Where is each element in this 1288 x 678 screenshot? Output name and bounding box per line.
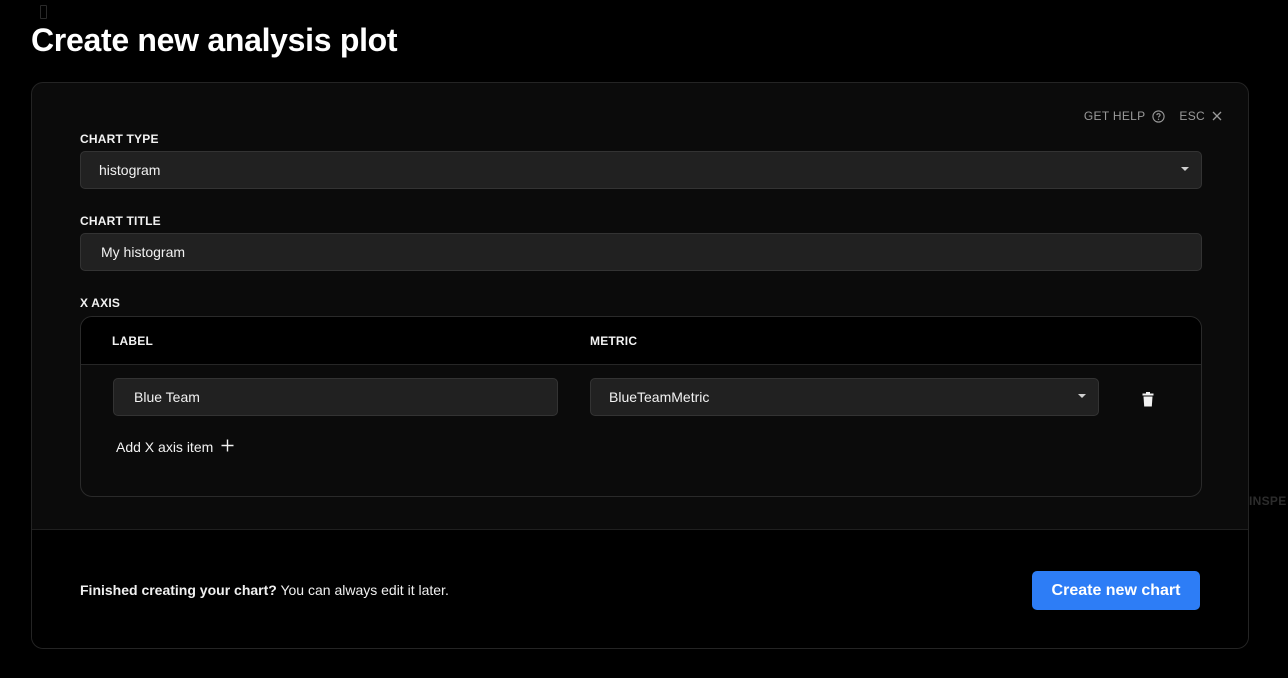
- chevron-down-icon: [1078, 394, 1086, 398]
- corner-glyph: [40, 5, 47, 19]
- close-icon[interactable]: [1212, 111, 1222, 121]
- trash-icon[interactable]: [1142, 392, 1154, 412]
- x-axis-metric-value: BlueTeamMetric: [609, 389, 710, 405]
- x-axis-label-value: Blue Team: [134, 389, 200, 405]
- x-axis-label-input[interactable]: Blue Team: [113, 378, 558, 416]
- chevron-down-icon: [1181, 167, 1189, 171]
- create-chart-modal: GET HELP ESC CHART TYPE histogram CHART …: [31, 82, 1249, 649]
- top-actions: GET HELP ESC: [1084, 109, 1222, 123]
- x-axis-metric-select[interactable]: BlueTeamMetric: [590, 378, 1099, 416]
- x-axis-table: LABEL METRIC Blue Team BlueTeamMetric Ad…: [80, 316, 1202, 497]
- esc-label[interactable]: ESC: [1179, 109, 1205, 123]
- x-axis-label: X AXIS: [80, 296, 121, 310]
- chart-type-label: CHART TYPE: [80, 132, 159, 146]
- chart-type-select[interactable]: histogram: [80, 151, 1202, 189]
- get-help-link[interactable]: GET HELP: [1084, 109, 1146, 123]
- chart-title-label: CHART TITLE: [80, 214, 161, 228]
- add-x-axis-item-button[interactable]: Add X axis item: [116, 439, 234, 455]
- question-circle-icon[interactable]: [1152, 109, 1166, 123]
- create-new-chart-button[interactable]: Create new chart: [1032, 571, 1200, 610]
- x-axis-table-header: LABEL METRIC: [81, 317, 1201, 365]
- metric-column-header: METRIC: [590, 334, 638, 348]
- label-column-header: LABEL: [112, 334, 153, 348]
- modal-footer: Finished creating your chart? You can al…: [32, 529, 1248, 648]
- add-x-axis-item-label: Add X axis item: [116, 439, 214, 455]
- footer-message: Finished creating your chart? You can al…: [80, 582, 449, 598]
- footer-message-bold: Finished creating your chart?: [80, 582, 277, 598]
- chart-type-value: histogram: [99, 162, 161, 178]
- background-label: INSPE: [1249, 494, 1287, 508]
- chart-title-value: My histogram: [101, 244, 186, 260]
- plus-icon: [221, 439, 234, 455]
- footer-message-rest: You can always edit it later.: [276, 582, 449, 598]
- chart-title-input[interactable]: My histogram: [80, 233, 1202, 271]
- page-title: Create new analysis plot: [31, 22, 398, 58]
